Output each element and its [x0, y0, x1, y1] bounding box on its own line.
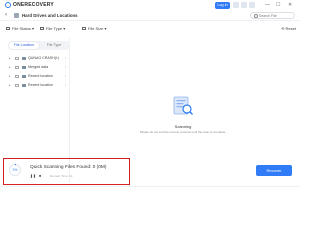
sidebar-item-location[interactable]: ▸ Recent location › [9, 82, 71, 89]
filter-icon [6, 27, 10, 31]
grid-icon[interactable] [233, 2, 239, 8]
mail-icon[interactable] [249, 2, 255, 8]
checkbox[interactable] [15, 56, 19, 61]
menu-icon[interactable] [241, 2, 247, 8]
hard-drive-icon [14, 13, 19, 18]
scan-status-title: Scanning [174, 124, 192, 129]
checkbox[interactable] [15, 83, 19, 88]
filter-bar: File Status ▾ File Type ▾ File Size ▾ ⟲ … [0, 24, 300, 34]
sidebar-item-location[interactable]: ▸ Recent location › [9, 73, 71, 80]
search-input[interactable] [259, 13, 293, 18]
sidebar-item-location[interactable]: ▸ Merged data › [9, 64, 71, 71]
filter-file-size[interactable]: File Size ▾ [82, 26, 106, 31]
bottom-bar [0, 186, 300, 213]
expand-caret-icon[interactable]: ▸ [9, 82, 11, 89]
reset-button[interactable]: ⟲ Reset [281, 26, 296, 31]
drive-icon [22, 65, 26, 70]
filter-icon [40, 27, 44, 31]
app-title: ONERECOVERY [13, 1, 54, 8]
filter-icon [82, 27, 86, 31]
scan-status-subtitle: Please do not exit the recover process u… [139, 130, 227, 134]
title-bar: ONERECOVERY Log in — ☐ ✕ [0, 0, 300, 10]
tab-file-type[interactable]: File Type [39, 42, 69, 49]
expand-caret-icon[interactable]: ▸ [9, 64, 11, 71]
recover-button[interactable]: Recover [256, 165, 292, 176]
tab-file-location[interactable]: File Location [9, 42, 39, 49]
checkbox[interactable] [15, 74, 19, 79]
search-box[interactable] [250, 12, 295, 19]
app-logo-icon [5, 2, 11, 8]
nav-bar: ‹ Hard Drives and Locations [0, 10, 300, 21]
chevron-right-icon: › [65, 65, 67, 69]
search-icon [254, 14, 258, 18]
sidebar-item-location[interactable]: ▸ QUNAO CRASH(I:) › [9, 55, 71, 62]
checkbox[interactable] [15, 65, 19, 70]
expand-caret-icon[interactable]: ▸ [9, 73, 11, 80]
filter-file-status[interactable]: File Status ▾ [6, 26, 34, 31]
page-title: Hard Drives and Locations [22, 13, 78, 18]
minimize-button[interactable]: — [265, 1, 270, 9]
back-arrow-icon[interactable]: ‹ [5, 12, 7, 19]
maximize-button[interactable]: ☐ [276, 1, 280, 9]
sidebar-tabs: File Location File Type [8, 41, 70, 50]
scanning-illustration-icon [173, 96, 193, 115]
close-button[interactable]: ✕ [288, 1, 292, 9]
login-button[interactable]: Log in [215, 1, 230, 9]
highlight-box [3, 158, 130, 185]
folder-icon [22, 83, 26, 88]
reset-icon: ⟲ [281, 26, 285, 31]
filter-file-type[interactable]: File Type ▾ [40, 26, 65, 31]
folder-icon [22, 74, 26, 79]
chevron-right-icon: › [65, 56, 67, 60]
expand-caret-icon[interactable]: ▸ [9, 55, 11, 62]
drive-icon [22, 56, 26, 61]
chevron-right-icon: › [65, 83, 67, 87]
chevron-right-icon: › [65, 74, 67, 78]
